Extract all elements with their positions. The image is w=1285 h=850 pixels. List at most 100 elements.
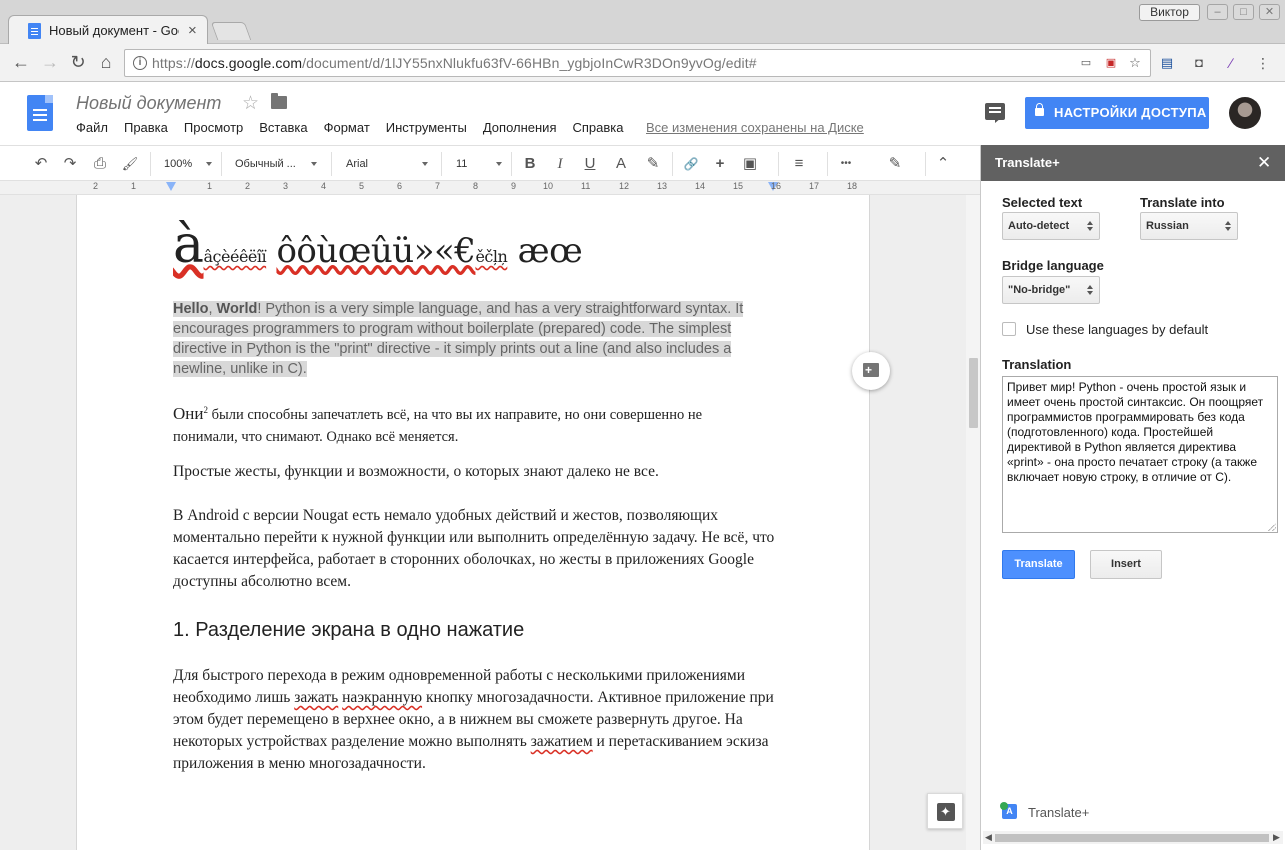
add-comment-button[interactable]: + (852, 352, 890, 390)
print-icon[interactable]: ⎙ (90, 154, 110, 174)
pen-extension-icon[interactable]: ∕ (1222, 54, 1240, 72)
blocked-popup-icon[interactable]: ▣ (1104, 56, 1118, 70)
align-left-icon[interactable]: ≡ (789, 154, 809, 174)
menu-insert[interactable]: Вставка (259, 120, 307, 140)
menu-tools[interactable]: Инструменты (386, 120, 467, 140)
menu-view[interactable]: Просмотр (184, 120, 243, 140)
profile-button[interactable]: Виктор (1139, 4, 1200, 21)
toolbar-divider (672, 152, 673, 176)
paragraph[interactable]: В Android с версии Nougat есть немало уд… (173, 505, 783, 593)
home-icon[interactable]: ⌂ (96, 52, 116, 72)
chevron-down-icon (311, 162, 317, 166)
scroll-left-icon[interactable]: ◀ (985, 831, 992, 844)
keep-extension-icon[interactable]: ◘ (1190, 54, 1208, 72)
chevron-down-icon (206, 162, 212, 166)
misspelled-word[interactable]: наэкранную (342, 689, 422, 706)
forward-icon[interactable]: → (40, 52, 60, 72)
text-run: ! Python is a very simple language, and … (173, 301, 744, 377)
star-icon[interactable]: ☆ (242, 92, 259, 115)
char-run: ěčļņ (475, 247, 508, 266)
zoom-value: 100% (164, 158, 193, 170)
default-languages-checkbox[interactable] (1002, 322, 1016, 336)
more-options-icon[interactable]: ••• (835, 154, 857, 174)
minimize-button[interactable]: – (1207, 4, 1228, 20)
editing-mode-icon[interactable]: ✎ (885, 154, 905, 174)
sidebar-horizontal-scrollbar[interactable]: ◀ ▶ (983, 831, 1283, 844)
site-info-icon[interactable]: i (133, 56, 147, 70)
reload-icon[interactable]: ↻ (68, 52, 88, 72)
ruler-label: 14 (695, 181, 706, 191)
close-icon[interactable]: ✕ (1257, 145, 1271, 181)
ruler-label: 1 (207, 181, 213, 191)
close-window-button[interactable]: ✕ (1259, 4, 1280, 20)
share-button[interactable]: НАСТРОЙКИ ДОСТУПА (1025, 97, 1209, 129)
source-language-select[interactable]: Auto-detect (1002, 212, 1100, 240)
scrollbar-thumb[interactable] (995, 834, 1269, 842)
font-size-select[interactable]: 11 (456, 155, 502, 173)
misspelled-word[interactable]: зажатием (531, 733, 593, 750)
avatar[interactable] (1229, 97, 1261, 129)
browser-tab[interactable]: Новый документ - Google Docs × (8, 15, 208, 45)
back-icon[interactable]: ← (11, 52, 31, 72)
chevron-down-icon (496, 162, 502, 166)
menu-file[interactable]: Файл (76, 120, 108, 140)
explore-button[interactable]: ✦ (927, 793, 963, 829)
translate-button[interactable]: Translate (1002, 550, 1075, 579)
paragraph-style-select[interactable]: Обычный ... (235, 155, 317, 173)
italic-button[interactable]: I (550, 154, 570, 174)
paint-format-icon[interactable]: 🖌 (120, 154, 140, 174)
redo-icon[interactable]: ↷ (60, 154, 80, 174)
maximize-button[interactable]: □ (1233, 4, 1254, 20)
google-docs-logo[interactable] (27, 95, 53, 131)
bold-button[interactable]: B (520, 154, 540, 174)
selected-paragraph[interactable]: Hello, World! Python is a very simple la… (173, 299, 753, 379)
address-bar[interactable]: i https://docs.google.com/document/d/1lJ… (124, 49, 1151, 77)
ruler-label: 7 (435, 181, 441, 191)
save-extension-icon[interactable]: ▤ (1158, 54, 1176, 72)
special-characters-line[interactable]: àâçèéêëîï ôôùœûü»«€ěčļņ æœ (173, 215, 773, 275)
save-status-link[interactable]: Все изменения сохранены на Диске (646, 120, 864, 135)
translation-label: Translation (1002, 357, 1072, 372)
highlight-color-icon[interactable]: ✎ (643, 154, 663, 174)
underline-button[interactable]: U (580, 154, 600, 174)
document-page[interactable]: àâçèéêëîï ôôùœûü»«€ěčļņ æœ Hello, World!… (76, 195, 870, 850)
scroll-right-icon[interactable]: ▶ (1273, 831, 1280, 844)
new-tab-button[interactable] (210, 22, 252, 40)
zoom-select[interactable]: 100% (164, 155, 212, 173)
target-language-select[interactable]: Russian (1140, 212, 1238, 240)
default-languages-label[interactable]: Use these languages by default (1026, 322, 1208, 337)
comments-icon[interactable] (985, 103, 1005, 123)
share-button-label: НАСТРОЙКИ ДОСТУПА (1054, 105, 1207, 120)
paragraph[interactable]: Они2 были способны запечатлеть всё, на ч… (173, 399, 733, 448)
menu-addons[interactable]: Дополнения (483, 120, 557, 140)
browser-menu-icon[interactable]: ⋮ (1254, 54, 1272, 72)
paragraph[interactable]: Простые жесты, функции и возможности, о … (173, 461, 773, 483)
paragraph[interactable]: Для быстрого перехода в режим одновремен… (173, 665, 783, 775)
menu-edit[interactable]: Правка (124, 120, 168, 140)
translation-textarea[interactable]: Привет мир! Python - очень простой язык … (1002, 376, 1278, 533)
document-scrollbar[interactable] (966, 195, 980, 850)
ruler-label: 12 (619, 181, 630, 191)
insert-link-icon[interactable]: 🔗 (681, 154, 701, 174)
font-select[interactable]: Arial (346, 155, 428, 173)
document-title[interactable]: Новый документ (76, 93, 221, 114)
insert-button[interactable]: Insert (1090, 550, 1162, 579)
menu-help[interactable]: Справка (572, 120, 623, 140)
bookmark-star-icon[interactable]: ☆ (1128, 56, 1142, 70)
cast-icon[interactable]: ▭ (1079, 56, 1093, 70)
undo-icon[interactable]: ↶ (31, 154, 51, 174)
tab-close-icon[interactable]: × (188, 22, 197, 39)
heading[interactable]: 1. Разделение экрана в одно нажатие (173, 619, 773, 642)
insert-comment-icon[interactable]: + (710, 154, 730, 174)
folder-icon[interactable] (271, 93, 287, 109)
insert-image-icon[interactable]: ▣ (740, 154, 760, 174)
collapse-menus-icon[interactable]: ⌃ (933, 154, 953, 174)
misspelled-word[interactable]: зажать (294, 689, 338, 706)
menu-format[interactable]: Формат (324, 120, 370, 140)
text-color-button[interactable]: A (611, 154, 631, 174)
scrollbar-thumb[interactable] (969, 358, 978, 428)
ruler[interactable]: 2 1 1 2 3 4 5 6 7 8 9 10 11 12 13 14 15 … (0, 181, 980, 195)
bridge-language-select[interactable]: "No-bridge" (1002, 276, 1100, 304)
left-indent-marker[interactable] (166, 182, 176, 191)
menu-bar: Файл Правка Просмотр Вставка Формат Инст… (76, 120, 639, 140)
